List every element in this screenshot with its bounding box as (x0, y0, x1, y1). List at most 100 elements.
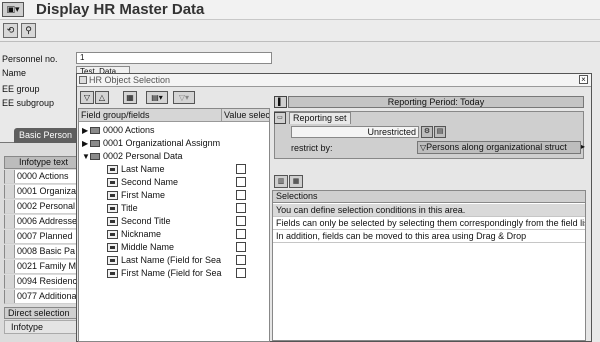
title-bar: ▣▾ Display HR Master Data (0, 0, 600, 20)
infotype-text: 0094 Residenc (17, 276, 78, 286)
value-selection-checkbox[interactable] (236, 203, 246, 213)
expander-icon[interactable]: ▶ (82, 125, 90, 137)
tree-node-field[interactable]: First Name (Field for Sea (79, 267, 269, 280)
row-selector[interactable] (5, 260, 15, 273)
infotype-text: 0002 Personal (17, 201, 76, 211)
close-icon[interactable]: × (579, 75, 588, 84)
tree-node-label: Last Name (Field for Sea (121, 255, 222, 265)
row-selector[interactable] (5, 170, 15, 183)
org-structure-button[interactable]: ⚙ (421, 126, 433, 138)
tree-node-field[interactable]: Last Name (79, 163, 269, 176)
field-icon (107, 230, 118, 239)
chevron-right-icon[interactable]: ▸ (581, 142, 585, 151)
tree-node-field[interactable]: First Name (79, 189, 269, 202)
row-selector[interactable] (5, 290, 15, 303)
tree-node-group[interactable]: ▶ 0000 Actions (79, 124, 269, 137)
reporting-set-tab[interactable]: Reporting set (289, 112, 351, 124)
infotype-text: 0006 Addresse (17, 216, 78, 226)
row-selector[interactable] (5, 185, 15, 198)
table-row[interactable]: 0007 Planned (4, 230, 78, 244)
add-selection-button[interactable]: ▦ (289, 175, 303, 188)
tree-node-group[interactable]: ▼ 0002 Personal Data (79, 150, 269, 163)
expander-icon[interactable]: ▼ (82, 151, 90, 163)
collapse-all-button[interactable]: ▽ (80, 91, 94, 104)
table-row[interactable]: 0021 Family M (4, 260, 78, 274)
infotype-text: 0008 Basic Pa (17, 246, 76, 256)
tree-node-group[interactable]: ▶ 0001 Organizational Assignm (79, 137, 269, 150)
expand-all-button[interactable]: △ (95, 91, 109, 104)
restrict-by-dropdown[interactable]: ▽Persons along organizational struct (417, 141, 581, 154)
delete-icon: ▤ (436, 128, 444, 135)
filter-menu-button[interactable]: ▽▾ (173, 91, 195, 104)
row-selector[interactable] (5, 200, 15, 213)
find-button[interactable]: ▦ (123, 91, 137, 104)
add-icon: ▦ (292, 178, 300, 185)
ee-group-label: EE group (2, 84, 40, 94)
table-row[interactable]: 0006 Addresse (4, 215, 78, 229)
menu-icon: ▣▾ (6, 4, 20, 14)
tree-node-field[interactable]: Middle Name (79, 241, 269, 254)
infotype-label: Infotype (4, 320, 78, 334)
field-icon (107, 165, 118, 174)
table-row[interactable]: 0001 Organiza (4, 185, 78, 199)
value-selection-checkbox[interactable] (236, 229, 246, 239)
toolbar-back-button[interactable]: ⟲ (3, 23, 18, 38)
tree-node-label: 0002 Personal Data (103, 151, 183, 161)
selection-info-line: In addition, fields can be moved to this… (273, 230, 585, 243)
column-value-selection[interactable]: Value selec (221, 109, 269, 122)
tree-toolbar: ▽ △ ▦ ▤▾ ▽▾ (78, 90, 268, 106)
infotype-column-header[interactable]: Infotype text (4, 156, 78, 169)
value-selection-checkbox[interactable] (236, 216, 246, 226)
value-selection-checkbox[interactable] (236, 268, 246, 278)
tree-node-field[interactable]: Second Title (79, 215, 269, 228)
table-row[interactable]: 0002 Personal (4, 200, 78, 214)
system-menu-button[interactable]: ▣▾ (2, 2, 24, 17)
dialog-icon (79, 76, 87, 84)
reporting-period-bar[interactable]: Reporting Period: Today (288, 96, 584, 108)
personnel-no-field[interactable]: 1 (76, 52, 272, 64)
overview-icon: ⚲ (25, 25, 32, 35)
find-icon: ▦ (126, 93, 134, 102)
expander-icon[interactable]: ▶ (82, 138, 90, 150)
field-icon (107, 217, 118, 226)
delete-set-button[interactable]: ▤ (434, 126, 446, 138)
expand-icon: △ (98, 93, 106, 102)
delete-selection-button[interactable]: ▥ (274, 175, 288, 188)
row-selector[interactable] (5, 245, 15, 258)
tree-node-field[interactable]: Title (79, 202, 269, 215)
value-selection-checkbox[interactable] (236, 190, 246, 200)
value-selection-checkbox[interactable] (236, 242, 246, 252)
row-selector[interactable] (5, 230, 15, 243)
row-selector[interactable] (5, 275, 15, 288)
tree-node-field[interactable]: Last Name (Field for Sea (79, 254, 269, 267)
reporting-set-icon[interactable]: ▭ (274, 112, 286, 124)
layout-menu-button[interactable]: ▤▾ (146, 91, 168, 104)
value-selection-checkbox[interactable] (236, 164, 246, 174)
folder-icon (90, 127, 100, 134)
folder-icon (90, 153, 100, 160)
table-row[interactable]: 0000 Actions (4, 170, 78, 184)
table-row[interactable]: 0094 Residenc (4, 275, 78, 289)
ee-subgroup-label: EE subgroup (2, 98, 55, 108)
tree-header: Field group/fields Value selec (79, 109, 269, 122)
tree-node-field[interactable]: Second Name (79, 176, 269, 189)
infotype-text: 0021 Family M (17, 261, 77, 271)
table-row[interactable]: 0077 Additiona (4, 290, 78, 304)
field-icon (107, 204, 118, 213)
toolbar-overview-button[interactable]: ⚲ (21, 23, 36, 38)
column-field-group[interactable]: Field group/fields (81, 110, 150, 120)
field-icon (107, 178, 118, 187)
folder-icon (90, 140, 100, 147)
value-selection-checkbox[interactable] (236, 255, 246, 265)
selections-header: Selections (273, 191, 585, 203)
field-icon (107, 243, 118, 252)
selections-area[interactable]: Selections You can define selection cond… (272, 190, 586, 341)
tree-node-field[interactable]: Nickname (79, 228, 269, 241)
application-toolbar: ⟲ ⚲ (0, 20, 600, 42)
reporting-period-button[interactable]: ▌ (274, 96, 287, 108)
table-row[interactable]: 0008 Basic Pa (4, 245, 78, 259)
tree-node-label: Second Title (121, 216, 171, 226)
field-icon (107, 256, 118, 265)
value-selection-checkbox[interactable] (236, 177, 246, 187)
row-selector[interactable] (5, 215, 15, 228)
